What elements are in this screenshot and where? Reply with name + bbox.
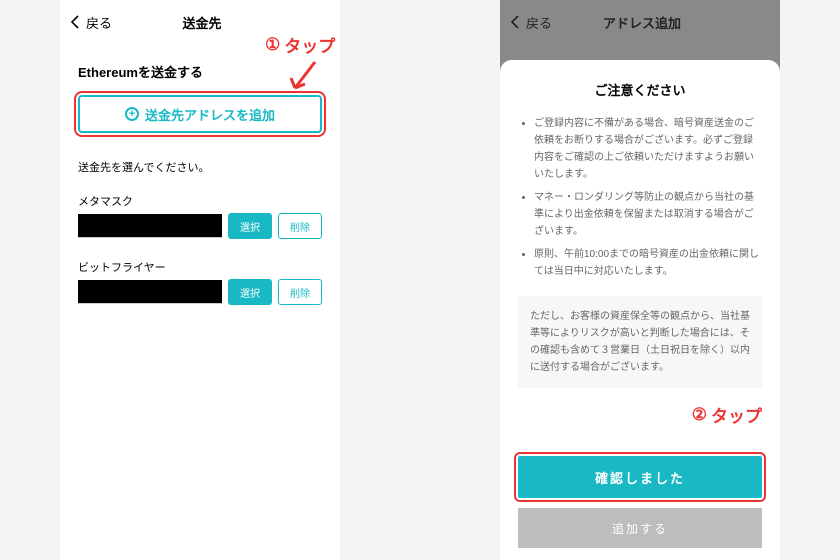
- modal-note: ただし、お客様の資産保全等の観点から、当社基準等によりリスクが高いと判断した場合…: [518, 296, 762, 388]
- annotation-num: ①: [265, 35, 280, 55]
- chevron-left-icon: [68, 14, 84, 30]
- select-hint: 送金先を選んでください。: [78, 159, 322, 175]
- left-screen: 戻る 送金先 Ethereumを送金する + 送金先アドレスを追加 送金先を選ん…: [60, 0, 340, 560]
- modal-bullet-list: ご登録内容に不備がある場合、暗号資産送金のご依頼をお断りする場合がございます。必…: [518, 115, 762, 286]
- address-name: メタマスク: [78, 193, 322, 209]
- modal-bullet: ご登録内容に不備がある場合、暗号資産送金のご依頼をお断りする場合がございます。必…: [534, 115, 762, 183]
- modal-bullet: マネー・ロンダリング等防止の観点から当社の基準により出金依頼を保留または取消する…: [534, 189, 762, 240]
- delete-button[interactable]: 削除: [278, 213, 322, 239]
- annotation-label: タップ: [284, 32, 335, 57]
- back-label: 戻る: [86, 13, 112, 32]
- arrow-icon: [285, 58, 325, 103]
- address-name: ビットフライヤー: [78, 259, 322, 275]
- modal-title: ご注意ください: [518, 80, 762, 99]
- confirm-button[interactable]: 確認しました: [518, 456, 762, 498]
- select-button[interactable]: 選択: [228, 279, 272, 305]
- select-button[interactable]: 選択: [228, 213, 272, 239]
- address-item: ビットフライヤー 選択 削除: [78, 259, 322, 305]
- annotation-label: タップ: [711, 402, 762, 427]
- modal-bullet: 原則、午前10:00までの暗号資産の出金依頼に関しては当日中に対応いたします。: [534, 246, 762, 280]
- delete-button[interactable]: 削除: [278, 279, 322, 305]
- back-button[interactable]: 戻る: [68, 13, 112, 32]
- caution-modal: ご注意ください ご登録内容に不備がある場合、暗号資産送金のご依頼をお断りする場合…: [500, 60, 780, 560]
- annotation-step2: ② タップ: [518, 402, 762, 427]
- plus-circle-icon: +: [125, 107, 139, 121]
- address-value-redacted: [78, 280, 222, 304]
- right-screen: 戻る アドレス追加 ご注意ください ご登録内容に不備がある場合、暗号資産送金のご…: [500, 0, 780, 560]
- add-address-label: 送金先アドレスを追加: [145, 105, 275, 124]
- address-value-redacted: [78, 214, 222, 238]
- annotation-num: ②: [692, 405, 707, 425]
- header-title: 送金先: [112, 13, 292, 32]
- annotation-step1: ① タップ: [265, 32, 335, 57]
- add-button-disabled: 追加する: [518, 508, 762, 548]
- address-item: メタマスク 選択 削除: [78, 193, 322, 239]
